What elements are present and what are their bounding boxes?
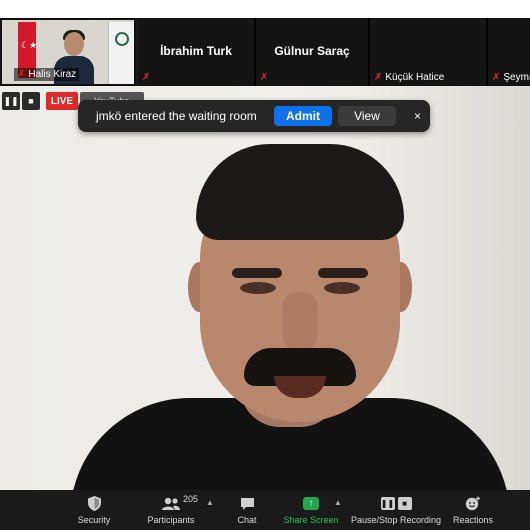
chat-icon: [240, 496, 255, 512]
participant-name: Halis Kiraz: [28, 69, 77, 80]
mic-muted-icon: ✗: [17, 69, 26, 80]
chevron-up-icon[interactable]: ▲: [206, 498, 214, 507]
pause-stop-recording-button[interactable]: ❚❚ ■ Pause/Stop Recording: [350, 490, 442, 530]
chat-label: Chat: [237, 514, 257, 525]
chat-button[interactable]: Chat: [232, 490, 262, 530]
participant-tile-halis[interactable]: ☾★ ✗ Halis Kiraz: [0, 18, 136, 86]
meeting-toolbar: Security Participants 205 ▲ Chat ↑ Share…: [0, 490, 530, 530]
recording-label: Pause/Stop Recording: [350, 514, 442, 525]
share-screen-label: Share Screen: [283, 514, 339, 525]
share-screen-icon: ↑: [303, 496, 319, 512]
participant-tile-seyma[interactable]: ✗ Şeyma: [488, 18, 530, 86]
pause-icon: ❚❚: [380, 497, 395, 510]
admit-button[interactable]: Admit: [274, 106, 332, 126]
chevron-up-icon[interactable]: ▲: [334, 498, 342, 507]
recording-controls: ❚❚ ■: [2, 92, 40, 110]
participant-name: Şeyma: [503, 72, 530, 83]
participants-count: 205: [183, 494, 199, 504]
participant-caption: ✗ Halis Kiraz: [14, 68, 80, 81]
participant-name: İbrahim Turk: [160, 44, 232, 58]
shield-icon: [87, 496, 101, 512]
mic-muted-icon: ✗: [374, 72, 383, 83]
share-screen-button[interactable]: ↑ Share Screen: [283, 490, 339, 530]
reactions-button[interactable]: Reactions: [452, 490, 494, 530]
pause-recording-button[interactable]: ❚❚: [2, 92, 20, 110]
live-badge[interactable]: LIVE: [46, 92, 78, 110]
smiley-plus-icon: [465, 496, 481, 512]
participants-icon: [161, 496, 181, 512]
participant-tile-gulnur[interactable]: Gülnur Saraç ✗: [256, 18, 370, 86]
close-icon[interactable]: ×: [414, 109, 421, 123]
participants-label: Participants: [147, 514, 195, 525]
participant-name: Gülnur Saraç: [274, 44, 350, 58]
active-speaker-video: [0, 86, 530, 490]
recording-icons: ❚❚ ■: [380, 496, 412, 512]
speaker-figure: [70, 142, 530, 490]
karatay-banner: [108, 22, 134, 84]
notification-message: jmkö entered the waiting room: [96, 109, 257, 123]
participant-tile-hatice[interactable]: ✗ Küçük Hatice: [370, 18, 488, 86]
participant-name: Küçük Hatice: [385, 72, 445, 83]
mic-muted-icon: ✗: [492, 72, 501, 83]
view-button[interactable]: View: [338, 106, 396, 126]
waiting-room-notification: jmkö entered the waiting room Admit View…: [78, 100, 430, 132]
security-label: Security: [77, 514, 111, 525]
reactions-label: Reactions: [452, 514, 494, 525]
stop-recording-button[interactable]: ■: [22, 92, 40, 110]
mic-muted-icon: ✗: [260, 72, 269, 83]
mic-muted-icon: ✗: [142, 72, 151, 83]
participant-strip: ☾★ ✗ Halis Kiraz İbrahim Turk ✗ Gülnur S…: [0, 18, 530, 86]
stop-icon: ■: [397, 497, 412, 510]
participant-tile-ibrahim[interactable]: İbrahim Turk ✗: [138, 18, 256, 86]
security-button[interactable]: Security: [72, 490, 116, 530]
